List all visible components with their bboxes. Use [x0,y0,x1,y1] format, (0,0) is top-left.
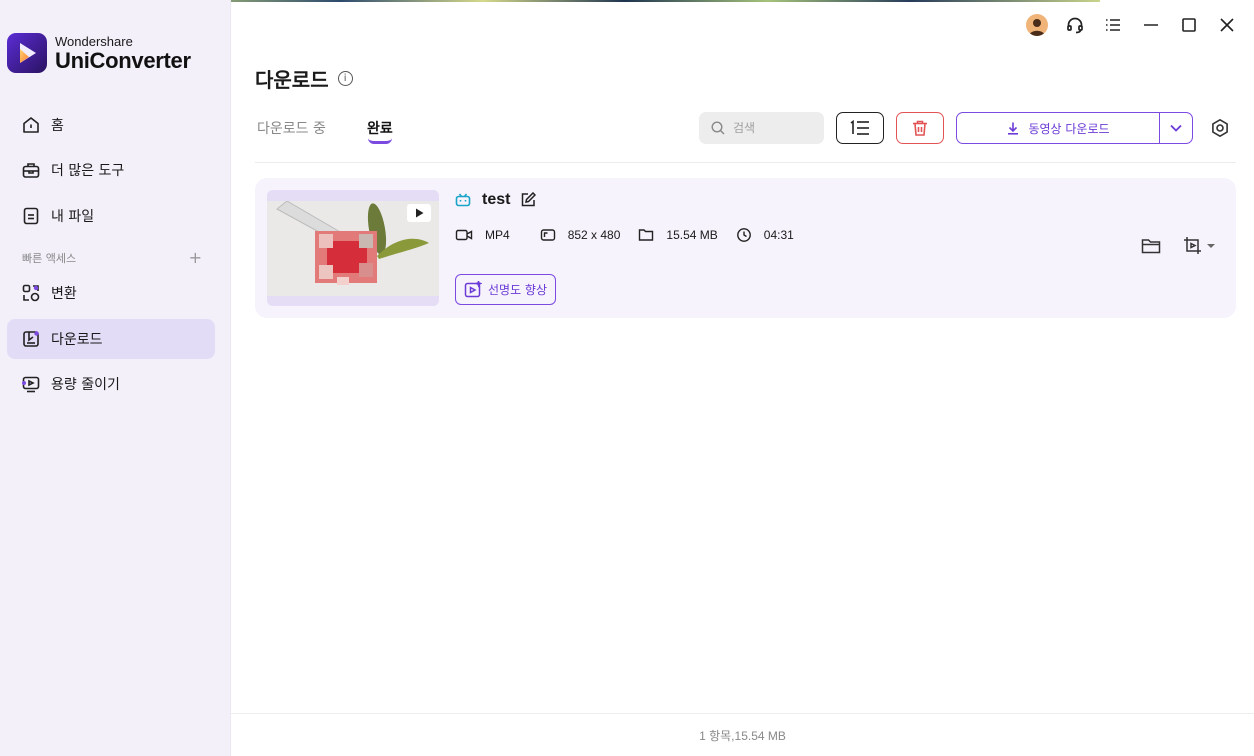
info-icon[interactable]: i [337,71,353,86]
sidebar-item-home[interactable]: 홈 [7,105,215,145]
video-tools-dropdown[interactable] [1183,236,1216,256]
active-tab-indicator [368,138,392,144]
sidebar-item-label: 다운로드 [51,332,103,348]
sidebar-item-download[interactable]: 다운로드 [7,319,215,359]
support-button[interactable] [1056,10,1094,40]
toolbox-icon [22,163,40,178]
enhance-clarity-button[interactable]: 선명도 향상 [455,274,557,305]
item-meta-row: MP4 852 x 480 15.54 MB 04:31 [455,227,818,243]
download-video-label: 동영상 다운로드 [1028,121,1110,136]
download-video-button[interactable]: 동영상 다운로드 [957,113,1160,143]
tab-downloading[interactable]: 다운로드 중 [257,118,326,138]
item-resolution: 852 x 480 [567,228,621,242]
sidebar-item-label: 홈 [51,118,64,134]
item-format: MP4 [485,228,510,242]
caret-down-icon [1207,244,1215,248]
resolution-icon [540,229,555,241]
item-title-row: test [455,191,537,209]
header-divider [255,162,1236,163]
status-footer: 1 항목,15.54 MB [231,713,1254,756]
delete-button[interactable] [896,112,944,144]
video-edit-icon [1184,237,1201,254]
numbered-list-icon [850,119,869,135]
menu-icon [1106,19,1120,31]
minimize-icon [1144,24,1158,26]
sidebar-item-my-files[interactable]: 내 파일 [7,196,215,236]
footer-summary: 1 항목,15.54 MB [699,728,786,743]
page-title-text: 다운로드 [255,68,329,92]
open-folder-button[interactable] [1141,237,1161,255]
clock-icon [736,228,751,242]
search-icon [711,121,725,135]
sidebar: Wondershare UniConverter 홈 더 많은 도구 내 파일 … [0,0,231,756]
avatar-icon [1026,14,1048,36]
headset-icon [1067,17,1083,34]
sidebar-item-more-tools[interactable]: 더 많은 도구 [7,150,215,190]
item-size: 15.54 MB [666,228,718,242]
account-button[interactable] [1018,10,1056,40]
window-controls [1018,10,1246,40]
sort-button[interactable] [836,112,884,144]
sidebar-item-label: 더 많은 도구 [51,163,125,179]
video-play-icon [407,204,431,222]
enhance-clarity-label: 선명도 향상 [488,283,548,297]
close-icon [1220,18,1234,32]
menu-button[interactable] [1094,10,1132,40]
quick-access-label: 빠른 액세스 [22,251,77,265]
download-options-dropdown[interactable] [1160,113,1192,143]
settings-button[interactable] [1208,116,1232,140]
brand-small-text: Wondershare [55,33,133,49]
video-camera-icon [455,229,473,241]
brand-name: UniConverter [55,47,191,73]
sidebar-item-label: 용량 줄이기 [51,377,120,393]
quick-access-add-button[interactable]: + [189,248,202,267]
gear-icon [1212,119,1228,137]
download-item-card[interactable]: test MP4 852 x 480 15.54 MB 04:31 선명도 향상 [255,178,1236,318]
page-title: 다운로드 i [255,64,353,93]
file-icon [23,207,39,225]
video-thumbnail[interactable] [267,190,439,306]
download-arrow-icon [1008,122,1019,135]
tab-done[interactable]: 완료 [367,118,393,138]
enhance-icon [464,280,482,297]
uniconverter-logo-icon [7,33,47,73]
trash-icon [913,120,927,136]
convert-icon [22,284,40,302]
item-duration: 04:31 [763,228,794,242]
folder-icon [1141,239,1161,254]
brand: Wondershare UniConverter [7,33,191,73]
maximize-button[interactable] [1170,10,1208,40]
quick-access-header: 빠른 액세스 + [22,248,202,267]
folder-icon [639,229,654,241]
close-button[interactable] [1208,10,1246,40]
home-icon [23,117,39,133]
item-name: test [482,191,511,208]
sidebar-item-label: 변환 [51,286,77,302]
item-actions [1119,236,1216,256]
main-panel: 다운로드 i 다운로드 중 완료 동영상 다운로드 [231,0,1254,756]
sidebar-item-label: 내 파일 [51,209,95,225]
compress-icon [22,376,40,393]
sidebar-item-compress[interactable]: 용량 줄이기 [7,364,215,404]
search-box[interactable] [699,112,824,144]
chevron-down-icon [1170,124,1182,132]
download-icon [23,331,39,347]
edit-icon[interactable] [520,192,537,208]
download-video-button-group: 동영상 다운로드 [956,112,1193,144]
maximize-icon [1182,18,1196,32]
sidebar-item-convert[interactable]: 변환 [7,273,215,313]
bilibili-icon [455,193,471,207]
search-input[interactable] [733,121,813,135]
minimize-button[interactable] [1132,10,1170,40]
